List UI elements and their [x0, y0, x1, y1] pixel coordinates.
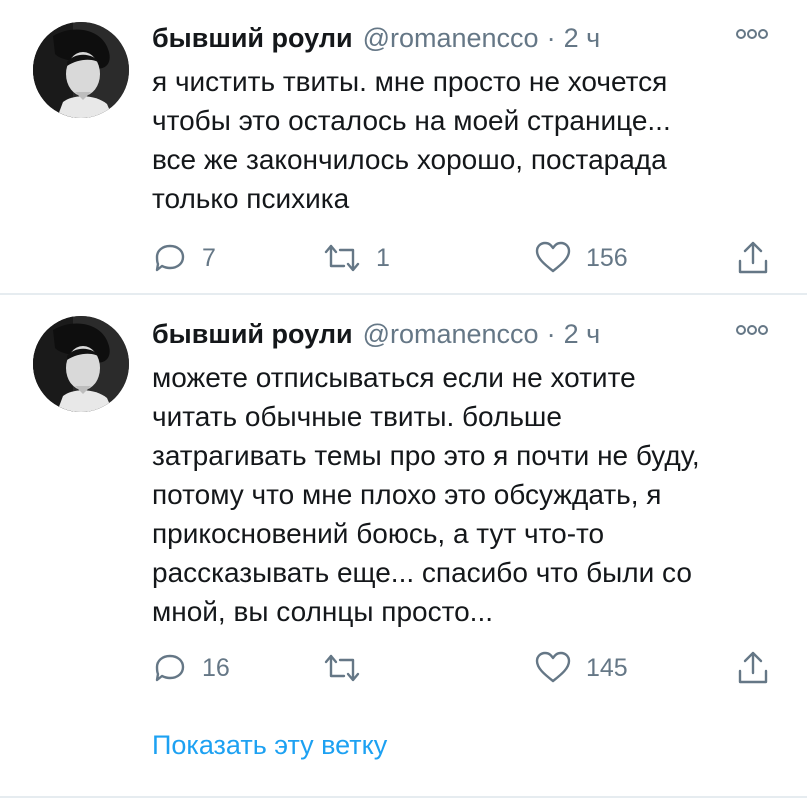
share-button[interactable] — [735, 238, 771, 278]
author-name[interactable]: бывший роули — [152, 23, 353, 54]
like-count: 156 — [586, 243, 628, 272]
tweet-actions: 7 1 156 — [152, 238, 777, 278]
share-icon — [738, 651, 768, 684]
more-options-icon[interactable] — [735, 322, 769, 338]
reply-button[interactable]: 16 — [152, 648, 230, 688]
retweet-button[interactable] — [322, 648, 376, 688]
reply-count: 16 — [202, 653, 230, 682]
retweet-count: 1 — [376, 243, 390, 272]
divider — [0, 293, 807, 295]
author-name[interactable]: бывший роули — [152, 319, 353, 350]
tweet-time[interactable]: 2 ч — [564, 319, 601, 350]
retweet-icon — [324, 244, 360, 272]
like-button[interactable]: 145 — [534, 648, 628, 688]
avatar[interactable] — [33, 316, 129, 412]
tweet-text: я чистить твиты. мне просто не хочется ч… — [152, 66, 671, 214]
like-count: 145 — [586, 653, 628, 682]
separator: · — [546, 22, 556, 53]
heart-icon — [535, 651, 571, 683]
tweet-text: можете отписываться если не хотите читат… — [152, 362, 700, 627]
divider — [0, 796, 807, 798]
reply-icon — [155, 654, 185, 682]
tweet-time[interactable]: 2 ч — [564, 23, 601, 54]
avatar[interactable] — [33, 22, 129, 118]
retweet-icon — [324, 654, 360, 682]
author-handle[interactable]: @romanencco — [363, 319, 539, 350]
tweet-header: бывший роули @romanencco · 2 ч — [152, 314, 777, 354]
reply-count: 7 — [202, 243, 216, 272]
tweet[interactable]: бывший роули @romanencco · 2 ч можете от… — [0, 296, 807, 800]
reply-icon — [155, 244, 185, 272]
reply-button[interactable]: 7 — [152, 238, 216, 278]
share-icon — [738, 241, 768, 274]
like-button[interactable]: 156 — [534, 238, 628, 278]
more-options-icon[interactable] — [735, 26, 769, 42]
tweet-actions: 16 145 — [152, 648, 777, 688]
tweet-header: бывший роули @romanencco · 2 ч — [152, 18, 777, 58]
tweet[interactable]: бывший роули @romanencco · 2 ч я чистить… — [0, 0, 807, 292]
heart-icon — [535, 241, 571, 273]
show-thread-link[interactable]: Показать эту ветку — [152, 730, 387, 761]
share-button[interactable] — [735, 648, 771, 688]
retweet-button[interactable]: 1 — [322, 238, 390, 278]
author-handle[interactable]: @romanencco — [363, 23, 539, 54]
separator: · — [546, 318, 556, 349]
